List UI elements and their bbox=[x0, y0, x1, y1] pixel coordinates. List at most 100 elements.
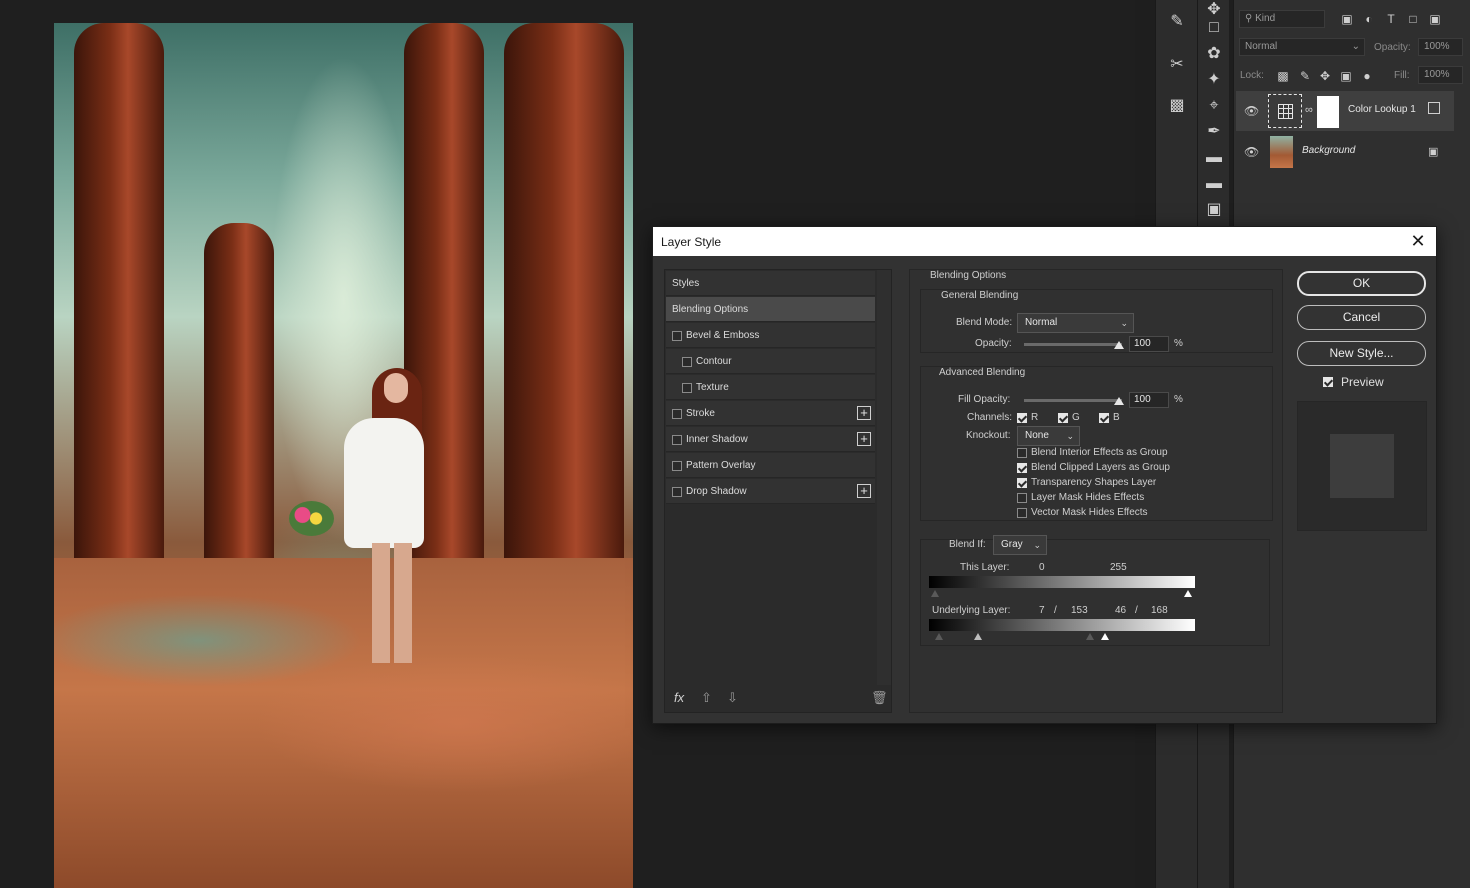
adjustment-filter-icon[interactable]: ◐ bbox=[1358, 9, 1380, 29]
knockout-select[interactable]: None ⌄ bbox=[1017, 426, 1080, 446]
lock-artboard-icon[interactable]: ▣ bbox=[1335, 66, 1357, 86]
lock-transparent-icon[interactable]: ▩ bbox=[1272, 66, 1294, 86]
fill-opacity-slider[interactable] bbox=[1024, 399, 1122, 402]
lock-position-icon[interactable]: ✥ bbox=[1314, 66, 1336, 86]
style-label: Pattern Overlay bbox=[686, 460, 756, 471]
add-style-icon[interactable]: + bbox=[857, 432, 871, 446]
magic-wand-icon[interactable]: ✦ bbox=[1203, 70, 1225, 90]
channel-b-checkbox[interactable] bbox=[1099, 413, 1109, 423]
checkbox[interactable] bbox=[682, 357, 692, 367]
opacity-slider[interactable] bbox=[1024, 343, 1122, 346]
underlying-black-slider-left[interactable] bbox=[935, 633, 943, 640]
blend-clipped-checkbox[interactable] bbox=[1017, 463, 1027, 473]
underlying-black-slider-right[interactable] bbox=[974, 633, 982, 640]
shape-filter-icon[interactable]: □ bbox=[1402, 9, 1424, 29]
scissors-icon[interactable]: ✂ bbox=[1166, 55, 1188, 75]
percent-label: % bbox=[1174, 338, 1183, 349]
channel-r-checkbox[interactable] bbox=[1017, 413, 1027, 423]
style-blending-options[interactable]: Blending Options bbox=[666, 297, 875, 322]
style-bevel-emboss[interactable]: Bevel & Emboss bbox=[666, 323, 875, 348]
channels-label: Channels: bbox=[967, 412, 1013, 423]
layer-filter-kind[interactable]: ⚲ Kind bbox=[1239, 10, 1325, 28]
chain-link-icon[interactable]: ∞ bbox=[1305, 104, 1313, 116]
ok-button[interactable]: OK bbox=[1297, 271, 1426, 296]
blend-mode-value: Normal bbox=[1025, 317, 1058, 328]
this-layer-white-slider[interactable] bbox=[1184, 590, 1192, 597]
layer-mask-hides-checkbox[interactable] bbox=[1017, 493, 1027, 503]
checkbox[interactable] bbox=[672, 331, 682, 341]
preview-checkbox[interactable] bbox=[1323, 377, 1333, 387]
style-pattern-overlay[interactable]: Pattern Overlay bbox=[666, 453, 875, 478]
channel-g-checkbox[interactable] bbox=[1058, 413, 1068, 423]
image-filter-icon[interactable]: ▣ bbox=[1336, 9, 1358, 29]
fill-opacity-input[interactable]: 100 bbox=[1129, 392, 1169, 408]
marquee-tool-icon[interactable]: □ bbox=[1203, 18, 1225, 38]
move-tool-icon[interactable]: ✥ bbox=[1203, 0, 1225, 20]
visibility-eye-icon[interactable]: 👁 bbox=[1244, 104, 1259, 118]
chevron-down-icon: ⌄ bbox=[1351, 41, 1360, 52]
style-label: Drop Shadow bbox=[686, 486, 747, 497]
style-stroke[interactable]: Stroke + bbox=[666, 401, 875, 426]
styles-header[interactable]: Styles bbox=[666, 271, 875, 296]
blend-interior-checkbox[interactable] bbox=[1017, 448, 1027, 458]
brush-settings-icon[interactable]: ✎ bbox=[1166, 12, 1188, 32]
flower-bouquet bbox=[289, 501, 334, 536]
style-drop-shadow[interactable]: Drop Shadow + bbox=[666, 479, 875, 504]
this-layer-black-slider[interactable] bbox=[931, 590, 939, 597]
checkbox[interactable] bbox=[672, 435, 682, 445]
preview-swatch bbox=[1330, 434, 1394, 498]
girl-dress bbox=[344, 418, 424, 548]
checkbox[interactable] bbox=[672, 487, 682, 497]
type-filter-icon[interactable]: T bbox=[1380, 9, 1402, 29]
add-style-icon[interactable]: + bbox=[857, 484, 871, 498]
opacity-input[interactable]: 100 bbox=[1129, 336, 1169, 352]
underlying-white-slider-left[interactable] bbox=[1086, 633, 1094, 640]
style-preview bbox=[1297, 401, 1427, 531]
layer-opacity-field[interactable]: 100% bbox=[1418, 38, 1463, 56]
trash-icon[interactable]: 🗑 bbox=[871, 690, 888, 706]
preview-label: Preview bbox=[1341, 375, 1384, 389]
layer-blend-mode-select[interactable]: Normal ⌄ bbox=[1239, 38, 1365, 56]
visibility-eye-icon[interactable]: 👁 bbox=[1244, 145, 1259, 159]
lock-all-icon[interactable]: ● bbox=[1356, 66, 1378, 86]
crop-tool-icon[interactable]: ⌖ bbox=[1203, 96, 1225, 116]
style-contour[interactable]: Contour bbox=[666, 349, 875, 374]
fill-opacity-slider-thumb[interactable] bbox=[1114, 397, 1124, 405]
layer-row-color-lookup[interactable]: 👁 ∞ Color Lookup 1 bbox=[1236, 91, 1454, 131]
lasso-tool-icon[interactable]: ✿ bbox=[1203, 44, 1225, 64]
new-style-button[interactable]: New Style... bbox=[1297, 341, 1426, 366]
gradient-icon[interactable]: ▩ bbox=[1166, 96, 1188, 116]
add-style-icon[interactable]: + bbox=[857, 406, 871, 420]
fill-value: 100% bbox=[1424, 69, 1450, 80]
style-texture[interactable]: Texture bbox=[666, 375, 875, 400]
bandage-icon[interactable]: ▬ bbox=[1203, 174, 1225, 194]
transparency-shapes-checkbox[interactable] bbox=[1017, 478, 1027, 488]
checkbox[interactable] bbox=[672, 461, 682, 471]
checkbox[interactable] bbox=[682, 383, 692, 393]
channel-g-label: G bbox=[1072, 412, 1080, 423]
grid-icon bbox=[1278, 104, 1293, 119]
opacity-slider-thumb[interactable] bbox=[1114, 341, 1124, 349]
blend-if-select[interactable]: Gray ⌄ bbox=[993, 535, 1047, 555]
eyedropper-icon[interactable]: ✒ bbox=[1203, 122, 1225, 142]
dialog-titlebar[interactable]: Layer Style ✕ bbox=[653, 227, 1436, 256]
layer-row-background[interactable]: 👁 Background ▣ bbox=[1236, 132, 1454, 172]
vector-mask-hides-checkbox[interactable] bbox=[1017, 508, 1027, 518]
layer-fill-field[interactable]: 100% bbox=[1418, 66, 1463, 84]
styles-scrollbar[interactable] bbox=[877, 270, 891, 685]
checkbox[interactable] bbox=[672, 409, 682, 419]
underlying-white-slider-right[interactable] bbox=[1101, 633, 1109, 640]
style-inner-shadow[interactable]: Inner Shadow + bbox=[666, 427, 875, 452]
close-icon[interactable]: ✕ bbox=[1408, 230, 1428, 252]
move-down-icon[interactable]: ⇩ bbox=[727, 690, 738, 706]
forest-photo[interactable] bbox=[54, 23, 633, 888]
stamp-tool-icon[interactable]: ▣ bbox=[1203, 200, 1225, 220]
underlying-v3: 46 bbox=[1115, 605, 1127, 616]
fx-icon[interactable]: fx bbox=[674, 690, 684, 705]
move-up-icon[interactable]: ⇧ bbox=[701, 690, 712, 706]
lock-pixels-icon[interactable]: ✎ bbox=[1294, 66, 1316, 86]
cancel-button[interactable]: Cancel bbox=[1297, 305, 1426, 330]
healing-brush-icon[interactable]: ▬ bbox=[1203, 148, 1225, 168]
blend-mode-select[interactable]: Normal ⌄ bbox=[1017, 313, 1134, 333]
smart-object-filter-icon[interactable]: ▣ bbox=[1424, 9, 1446, 29]
